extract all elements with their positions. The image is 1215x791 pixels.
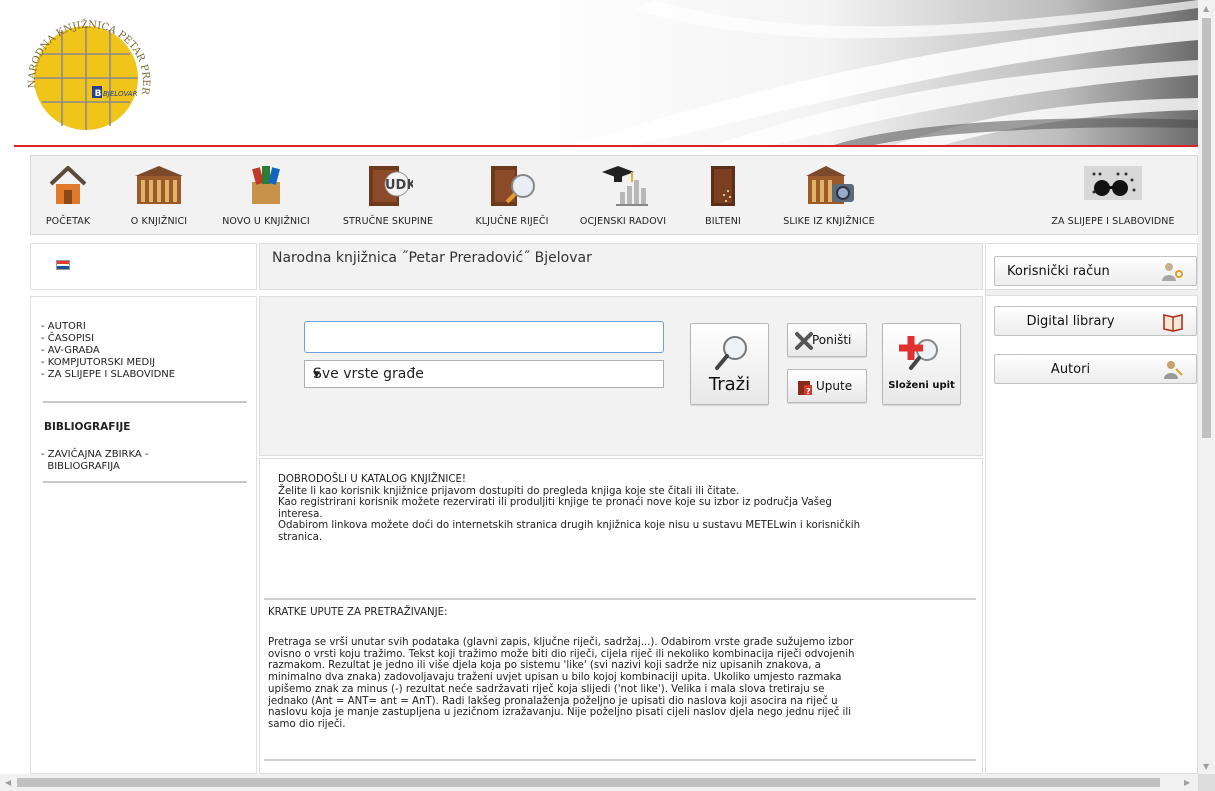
library-building-icon	[135, 166, 183, 204]
browser-viewport: B BJELOVAR NARODNA KNJIŽNICA PETAR PRERA…	[0, 0, 1198, 774]
digital-library-button[interactable]: Digital library	[994, 306, 1197, 336]
sidebar-item-autori[interactable]: - AUTORI	[41, 321, 175, 333]
croatian-flag-icon[interactable]	[56, 260, 70, 270]
svg-text:?: ?	[806, 387, 811, 396]
search-input[interactable]	[304, 321, 664, 353]
magnifier-icon	[715, 336, 747, 370]
vertical-scrollbar[interactable]: ▲ ▼	[1198, 0, 1215, 774]
scrollbar-corner	[1198, 774, 1215, 791]
help-button[interactable]: ? Upute	[787, 369, 867, 403]
material-type-select[interactable]: Sve vrste građe ▼	[304, 360, 664, 388]
banner-decoration	[514, 0, 1198, 145]
nav-item-o-knjiznici[interactable]: O KNJIŽNICI	[109, 156, 209, 234]
instructions-line: samo dio riječi.	[268, 718, 346, 730]
welcome-line: interesa.	[278, 508, 323, 520]
catalog-content: DOBRODOŠLI U KATALOG KNJIŽNICE! Želite l…	[259, 458, 983, 774]
instructions-line: naslovu koja je manje zastupljena u jezi…	[268, 707, 852, 719]
instructions-line: ovisno o vrsti koju tražimo. Tekst koji …	[268, 648, 855, 660]
horizontal-scrollbar[interactable]: ◀ ▶	[0, 774, 1198, 791]
advanced-search-button[interactable]: Složeni upit	[882, 323, 961, 405]
right-panel-separator	[986, 289, 1198, 296]
sidebar-section-title: BIBLIOGRAFIJE	[44, 421, 131, 433]
instructions-text: Pretraga se vrši unutar svih podataka (g…	[268, 637, 973, 731]
scroll-up-icon[interactable]: ▲	[1203, 4, 1209, 13]
nav-item-pocetak[interactable]: POČETAK	[33, 156, 103, 234]
instructions-line: minimalno dva znaka) zadovoljavaju traže…	[268, 672, 842, 684]
search-button[interactable]: Traži	[690, 323, 769, 405]
header-banner: B BJELOVAR NARODNA KNJIŽNICA PETAR PRERA…	[14, 0, 1198, 147]
scroll-down-icon[interactable]: ▼	[1203, 762, 1209, 771]
page-title: Narodna knjižnica ˝Petar Preradović˝ Bje…	[272, 250, 592, 266]
author-person-icon	[1164, 361, 1183, 379]
nav-item-strucne-skupine[interactable]: UDK STRUČNE SKUPINE	[329, 156, 447, 234]
left-sidebar: - AUTORI - ČASOPISI - AV-GRAĐA - KOMPJUT…	[30, 296, 257, 774]
home-icon	[49, 166, 87, 204]
library-logo: B BJELOVAR NARODNA KNJIŽNICA PETAR PRERA…	[22, 14, 151, 130]
braille-glasses-icon	[1084, 166, 1142, 200]
reset-button[interactable]: Poništi	[787, 323, 867, 357]
new-books-box-icon	[252, 166, 280, 204]
help-book-icon: ?	[798, 381, 812, 396]
user-account-button[interactable]: Korisnički račun	[994, 256, 1197, 286]
content-divider	[264, 759, 976, 761]
scroll-right-icon[interactable]: ▶	[1184, 778, 1190, 787]
welcome-line: Želite li kao korisnik knjižnice prijavo…	[278, 485, 740, 497]
welcome-text: DOBRODOŠLI U KATALOG KNJIŽNICE! Želite l…	[278, 474, 978, 544]
welcome-line: Kao registrirani korisnik možete rezervi…	[278, 497, 832, 509]
bulletin-book-icon	[711, 166, 735, 206]
sidebar-divider	[43, 481, 247, 483]
sidebar-item-kompjutorski-medij[interactable]: - KOMPJUTORSKI MEDIJ	[41, 357, 175, 369]
header-red-line	[14, 145, 1198, 147]
sidebar-item-av-grada[interactable]: - AV-GRAĐA	[41, 345, 175, 357]
scroll-left-icon[interactable]: ◀	[5, 778, 11, 787]
instructions-line: jednako (Ant = ANT= ant = AnT). Radi lak…	[268, 695, 838, 707]
open-book-icon	[1163, 314, 1183, 332]
book-magnifier-icon	[491, 166, 535, 206]
sidebar-item-casopisi[interactable]: - ČASOPISI	[41, 333, 175, 345]
vertical-scroll-thumb[interactable]	[1202, 18, 1211, 438]
instructions-line: razmakom. Rezultat je jedno ili više dje…	[268, 660, 821, 672]
nav-item-ocjenski-radovi[interactable]: OCJENSKI RADOVI	[567, 156, 679, 234]
material-type-list: - AUTORI - ČASOPISI - AV-GRAĐA - KOMPJUT…	[41, 321, 175, 381]
instructions-line: upišemo znak za minus (-) rezultat neće …	[268, 683, 825, 695]
clear-x-icon	[795, 332, 813, 350]
building-camera-icon	[806, 166, 854, 204]
nav-item-kljucne-rijeci[interactable]: KLJUČNE RIJEČI	[457, 156, 567, 234]
instructions-title: KRATKE UPUTE ZA PRETRAŽIVANJE:	[268, 607, 448, 618]
main-navigation: POČETAK O KNJIŽNICI NOVO U KNJIŽNICI UDK…	[30, 155, 1198, 235]
authors-button[interactable]: Autori	[994, 354, 1197, 384]
sidebar-item-line: - ZAVIČAJNA ZBIRKA -	[41, 449, 149, 460]
page-title-box: Narodna knjižnica ˝Petar Preradović˝ Bje…	[259, 243, 983, 290]
sidebar-item-line: BIBLIOGRAFIJA	[41, 461, 120, 472]
sidebar-item-za-slijepe[interactable]: - ZA SLIJEPE I SLABOVIDNE	[41, 369, 175, 381]
dropdown-arrow-icon: ▼	[313, 370, 320, 380]
welcome-line: DOBRODOŠLI U KATALOG KNJIŽNICE!	[278, 474, 466, 485]
instructions-line: Pretraga se vrši unutar svih podataka (g…	[268, 637, 854, 648]
nav-item-bilteni[interactable]: BILTENI	[693, 156, 753, 234]
horizontal-scroll-thumb[interactable]	[17, 778, 1160, 787]
svg-text:BJELOVAR: BJELOVAR	[103, 90, 138, 98]
graduation-cap-chart-icon	[602, 166, 648, 206]
nav-item-za-slijepe[interactable]: ZA SLIJEPE I SLABOVIDNE	[1031, 156, 1195, 234]
nav-item-slike-iz-knjiznice[interactable]: SLIKE IZ KNJIŽNICE	[761, 156, 897, 234]
right-panel: Korisnički račun Digital library Autori	[985, 243, 1198, 774]
svg-text:B: B	[95, 89, 102, 99]
user-key-icon	[1162, 263, 1183, 281]
nav-item-novo-u-knjiznici[interactable]: NOVO U KNJIŽNICI	[207, 156, 325, 234]
language-box	[30, 243, 257, 290]
welcome-line: Odabirom linkova možete doći do internet…	[278, 520, 861, 532]
welcome-line: stranica.	[278, 531, 323, 543]
content-divider	[264, 598, 976, 600]
sidebar-divider	[43, 401, 247, 403]
sidebar-item-zavicajna-zbirka[interactable]: - ZAVIČAJNA ZBIRKA - BIBLIOGRAFIJA	[41, 449, 149, 473]
svg-text:UDK: UDK	[385, 178, 413, 193]
search-panel: Sve vrste građe ▼ Traži Poništi ? Upute	[259, 296, 983, 456]
add-search-icon	[899, 336, 938, 370]
udk-book-icon: UDK	[369, 166, 413, 206]
